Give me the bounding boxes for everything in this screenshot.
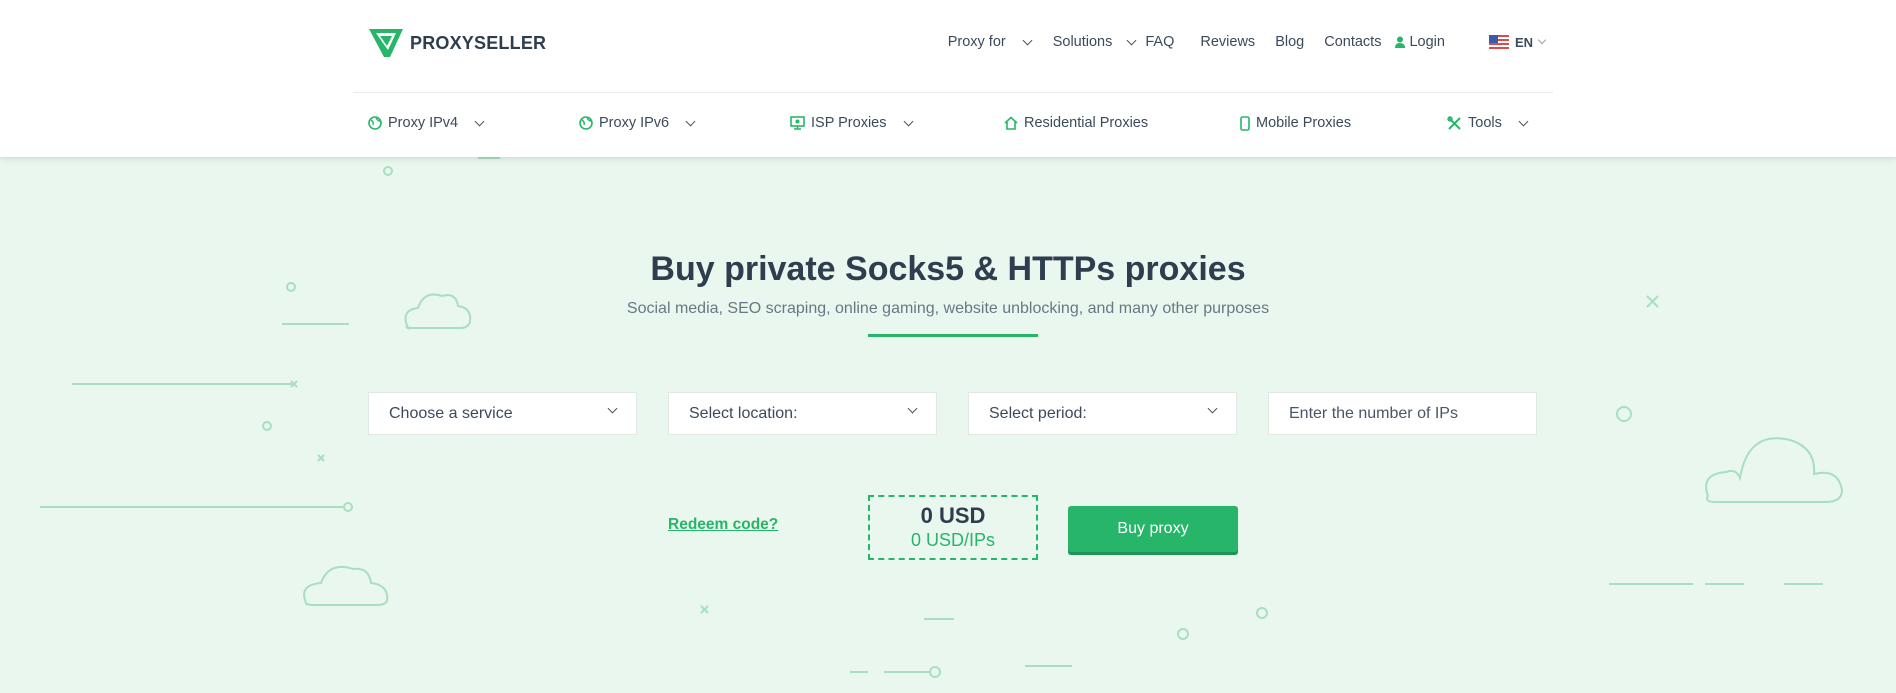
ip-count-input[interactable] (1289, 404, 1536, 423)
logo-icon (369, 29, 403, 57)
home-icon (1004, 116, 1018, 130)
price-per-ip: 0 USD/IPs (910, 530, 996, 550)
nav-contacts[interactable]: Contacts (1324, 34, 1381, 50)
title-underline (868, 334, 1038, 337)
service-select[interactable]: Choose a service (368, 392, 637, 435)
us-flag-icon (1488, 35, 1509, 49)
logo[interactable]: PROXYSELLER (368, 28, 546, 58)
phone-icon (1240, 115, 1250, 131)
subnav-mobile-proxies[interactable]: Mobile Proxies (1240, 115, 1351, 131)
chevron-down-icon (1207, 403, 1218, 414)
nav-faq-label: FAQ (1145, 34, 1175, 50)
chevron-down-icon (1518, 116, 1529, 126)
chevron-down-icon (474, 116, 485, 126)
nav-solutions[interactable]: Solutions (1052, 34, 1137, 50)
subnav-proxy-ipv6-label: Proxy IPv6 (599, 115, 670, 131)
nav-blog[interactable]: Blog (1275, 34, 1304, 50)
user-icon (1395, 36, 1406, 48)
nav-proxy-for-label: Proxy for (947, 34, 1006, 50)
subnav-proxy-ipv6[interactable]: Proxy IPv6 (579, 115, 696, 131)
chevron-down-icon (1537, 35, 1547, 45)
price-display: 0 USD 0 USD/IPs (868, 495, 1038, 560)
subnav-isp-proxies-label: ISP Proxies (811, 115, 887, 131)
chevron-down-icon (907, 403, 918, 414)
chevron-down-icon (685, 116, 696, 126)
tools-icon (1447, 115, 1461, 130)
hero-subtitle: Social media, SEO scraping, online gamin… (626, 300, 1270, 317)
nav-blog-label: Blog (1275, 34, 1305, 50)
nav-contacts-label: Contacts (1324, 34, 1382, 50)
hero-title: Buy private Socks5 & HTTPs proxies (650, 250, 1246, 288)
price-total: 0 USD (920, 503, 986, 528)
logo-text: PROXYSELLER (410, 32, 547, 53)
globe-icon (368, 116, 382, 130)
nav-faq[interactable]: FAQ (1145, 34, 1174, 50)
period-select[interactable]: Select period: (968, 392, 1237, 435)
service-select-value: Choose a service (389, 404, 513, 422)
ip-count-field[interactable] (1268, 392, 1537, 435)
login-label: Login (1409, 34, 1445, 50)
subnav-isp-proxies[interactable]: ISP Proxies (790, 115, 913, 131)
monitor-icon (790, 116, 805, 130)
nav-reviews[interactable]: Reviews (1200, 34, 1255, 50)
chevron-down-icon (1022, 35, 1033, 45)
globe-icon (579, 116, 593, 130)
period-select-value: Select period: (989, 404, 1087, 422)
chevron-down-icon (607, 403, 618, 414)
top-nav: Proxy for Solutions FAQ Reviews Blog Con… (948, 34, 1553, 50)
site-header: PROXYSELLER Proxy for Solutions FAQ Revi… (0, 0, 1896, 157)
subnav-proxy-ipv4[interactable]: Proxy IPv4 (368, 115, 485, 131)
login-link[interactable]: Login (1395, 34, 1445, 50)
product-nav: Proxy IPv4 Proxy IPv6 ISP Proxies Reside… (0, 93, 1896, 157)
subnav-proxy-ipv4-label: Proxy IPv4 (388, 115, 459, 131)
chevron-down-icon (903, 116, 913, 126)
nav-reviews-label: Reviews (1200, 34, 1256, 50)
location-select[interactable]: Select location: (668, 392, 937, 435)
language-selector[interactable]: EN (1488, 34, 1547, 50)
subnav-residential-proxies[interactable]: Residential Proxies (1004, 115, 1148, 131)
location-select-value: Select location: (689, 404, 798, 422)
redeem-code-link[interactable]: Redeem code? (668, 516, 778, 534)
language-code: EN (1514, 34, 1533, 50)
top-bar: PROXYSELLER Proxy for Solutions FAQ Revi… (353, 0, 1553, 93)
subnav-mobile-proxies-label: Mobile Proxies (1256, 115, 1352, 131)
buy-proxy-button[interactable]: Buy proxy (1068, 506, 1238, 552)
subnav-tools[interactable]: Tools (1447, 115, 1529, 131)
subnav-tools-label: Tools (1468, 115, 1502, 131)
nav-solutions-label: Solutions (1052, 34, 1113, 50)
chevron-down-icon (1126, 35, 1137, 45)
nav-proxy-for[interactable]: Proxy for (947, 34, 1033, 50)
subnav-residential-proxies-label: Residential Proxies (1024, 115, 1149, 131)
